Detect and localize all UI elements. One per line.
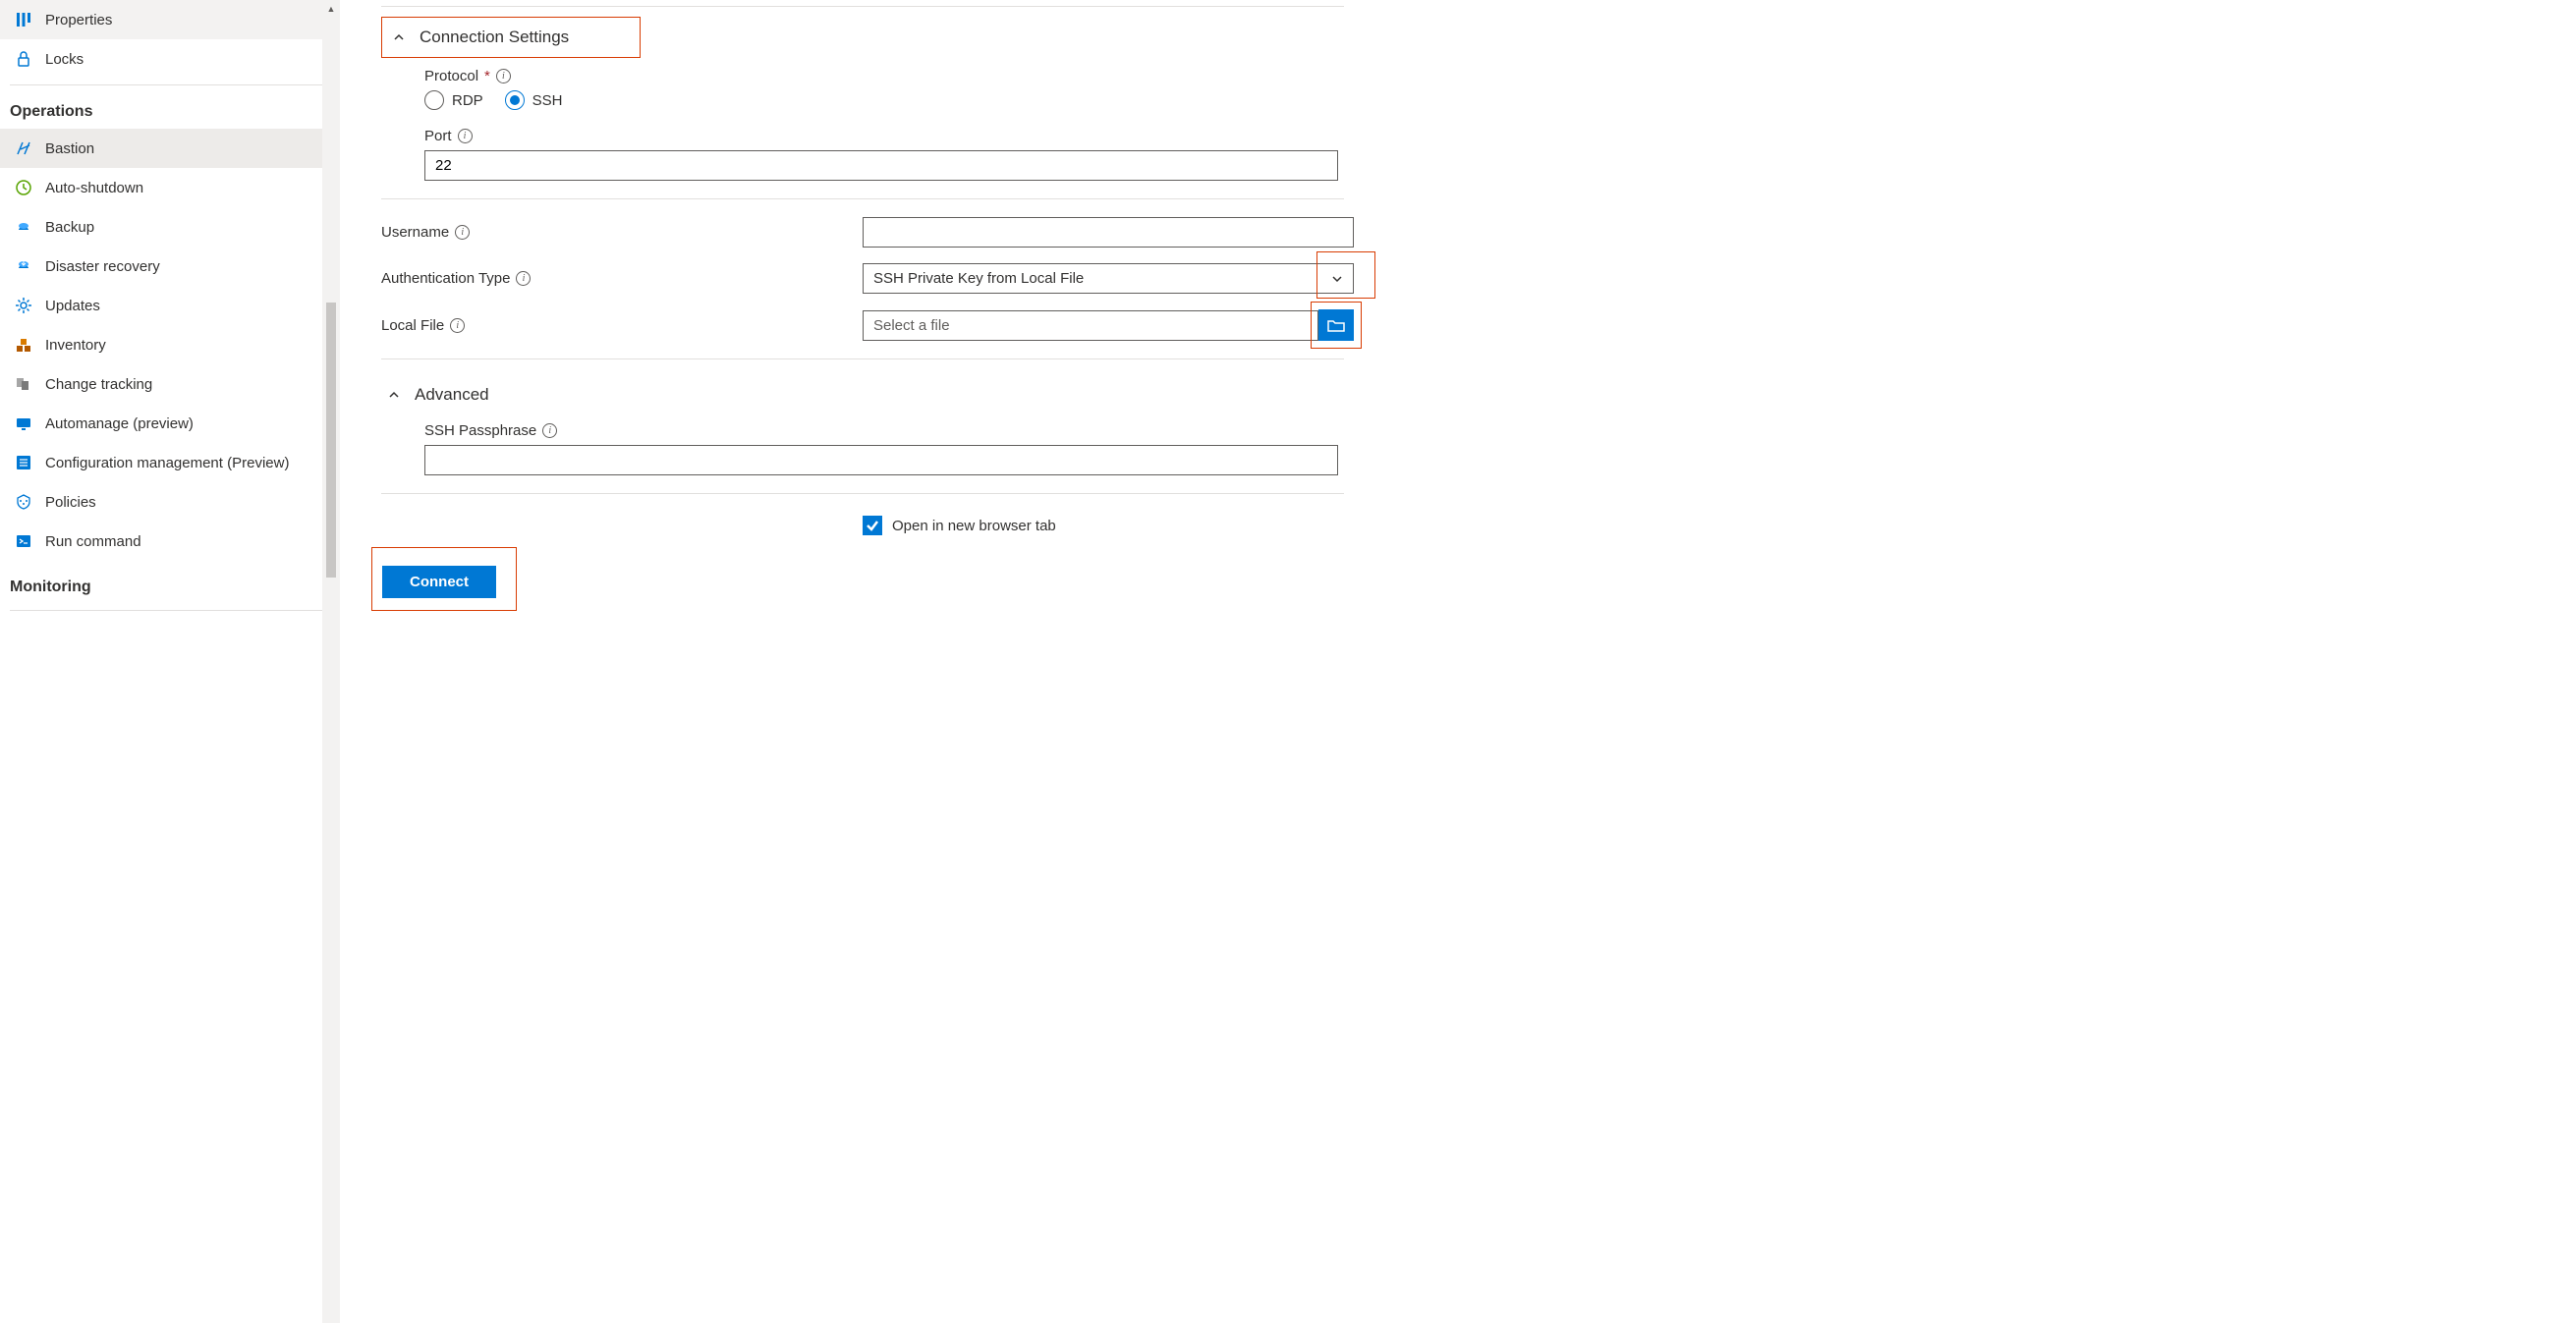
section-header-operations: Operations bbox=[0, 85, 340, 129]
scroll-thumb[interactable] bbox=[326, 303, 336, 578]
ssh-passphrase-label: SSH Passphrase bbox=[424, 422, 536, 439]
open-new-tab-label: Open in new browser tab bbox=[892, 518, 1056, 534]
protocol-radio-ssh[interactable]: SSH bbox=[505, 90, 563, 110]
clock-icon bbox=[14, 178, 33, 197]
radio-label: RDP bbox=[452, 92, 483, 109]
sidebar-item-label: Automanage (preview) bbox=[45, 415, 194, 432]
protocol-label: Protocol bbox=[424, 68, 478, 84]
divider bbox=[381, 358, 1344, 359]
sidebar-item-label: Run command bbox=[45, 533, 141, 550]
section-header-monitoring: Monitoring bbox=[0, 561, 340, 604]
sidebar-item-label: Updates bbox=[45, 298, 100, 314]
advanced-header[interactable]: Advanced bbox=[381, 377, 503, 413]
sidebar-item-label: Configuration management (Preview) bbox=[45, 455, 289, 471]
divider bbox=[381, 493, 1344, 494]
advanced-title: Advanced bbox=[415, 385, 489, 405]
port-input[interactable] bbox=[424, 150, 1338, 181]
info-icon[interactable]: i bbox=[496, 69, 511, 83]
sidebar-item-change-tracking[interactable]: Change tracking bbox=[0, 364, 340, 404]
scroll-up-arrow[interactable]: ▲ bbox=[322, 0, 340, 18]
sidebar-item-label: Locks bbox=[45, 51, 84, 68]
browse-file-button[interactable] bbox=[1318, 309, 1354, 341]
automanage-icon bbox=[14, 413, 33, 433]
main-panel: Connection Settings Protocol * i RDP SSH… bbox=[340, 0, 2576, 1323]
sidebar-item-updates[interactable]: Updates bbox=[0, 286, 340, 325]
sidebar-item-run-command[interactable]: Run command bbox=[0, 522, 340, 561]
config-mgmt-icon bbox=[14, 453, 33, 472]
info-icon[interactable]: i bbox=[455, 225, 470, 240]
divider bbox=[381, 198, 1344, 199]
policies-icon bbox=[14, 492, 33, 512]
connection-settings-title: Connection Settings bbox=[420, 28, 569, 47]
sidebar-scrollbar[interactable]: ▲ bbox=[322, 0, 340, 1323]
sidebar-item-config-mgmt[interactable]: Configuration management (Preview) bbox=[0, 443, 340, 482]
backup-icon bbox=[14, 217, 33, 237]
port-label: Port bbox=[424, 128, 452, 144]
sidebar-item-automanage[interactable]: Automanage (preview) bbox=[0, 404, 340, 443]
bastion-icon bbox=[14, 138, 33, 158]
info-icon[interactable]: i bbox=[516, 271, 531, 286]
info-icon[interactable]: i bbox=[450, 318, 465, 333]
protocol-radio-rdp[interactable]: RDP bbox=[424, 90, 483, 110]
info-icon[interactable]: i bbox=[542, 423, 557, 438]
change-tracking-icon bbox=[14, 374, 33, 394]
sidebar-item-auto-shutdown[interactable]: Auto-shutdown bbox=[0, 168, 340, 207]
sidebar-item-policies[interactable]: Policies bbox=[0, 482, 340, 522]
sidebar-item-label: Change tracking bbox=[45, 376, 152, 393]
local-file-label: Local File bbox=[381, 317, 444, 334]
auth-type-label: Authentication Type bbox=[381, 270, 510, 287]
inventory-icon bbox=[14, 335, 33, 355]
run-command-icon bbox=[14, 531, 33, 551]
auth-type-select[interactable]: SSH Private Key from Local File bbox=[863, 263, 1354, 294]
sidebar-item-backup[interactable]: Backup bbox=[0, 207, 340, 247]
connect-button[interactable]: Connect bbox=[382, 566, 496, 598]
connection-settings-header[interactable]: Connection Settings bbox=[381, 17, 641, 58]
sidebar-item-disaster-recovery[interactable]: Disaster recovery bbox=[0, 247, 340, 286]
disaster-recovery-icon bbox=[14, 256, 33, 276]
sidebar-item-label: Disaster recovery bbox=[45, 258, 160, 275]
lock-icon bbox=[14, 49, 33, 69]
info-icon[interactable]: i bbox=[458, 129, 473, 143]
ssh-passphrase-input[interactable] bbox=[424, 445, 1338, 475]
gear-icon bbox=[14, 296, 33, 315]
chevron-up-icon bbox=[392, 30, 406, 44]
open-new-tab-checkbox[interactable] bbox=[863, 516, 882, 535]
sidebar: Properties Locks Operations Bastion Auto… bbox=[0, 0, 340, 1323]
radio-label: SSH bbox=[532, 92, 563, 109]
sidebar-item-label: Inventory bbox=[45, 337, 106, 354]
username-input[interactable] bbox=[863, 217, 1354, 248]
sidebar-item-label: Backup bbox=[45, 219, 94, 236]
local-file-display: Select a file bbox=[863, 310, 1318, 341]
top-divider bbox=[381, 6, 1344, 7]
sidebar-item-label: Properties bbox=[45, 12, 112, 28]
sidebar-item-bastion[interactable]: Bastion bbox=[0, 129, 340, 168]
chevron-up-icon bbox=[387, 388, 401, 402]
sidebar-item-properties[interactable]: Properties bbox=[0, 0, 340, 39]
connect-highlight: Connect bbox=[371, 547, 517, 611]
required-asterisk: * bbox=[484, 68, 490, 84]
sidebar-item-label: Policies bbox=[45, 494, 96, 511]
sidebar-item-label: Auto-shutdown bbox=[45, 180, 143, 196]
divider bbox=[10, 610, 330, 611]
auth-type-value: SSH Private Key from Local File bbox=[873, 270, 1084, 287]
username-label: Username bbox=[381, 224, 449, 241]
sidebar-item-locks[interactable]: Locks bbox=[0, 39, 340, 79]
local-file-placeholder: Select a file bbox=[873, 317, 950, 334]
sidebar-item-label: Bastion bbox=[45, 140, 94, 157]
sidebar-item-inventory[interactable]: Inventory bbox=[0, 325, 340, 364]
properties-icon bbox=[14, 10, 33, 29]
